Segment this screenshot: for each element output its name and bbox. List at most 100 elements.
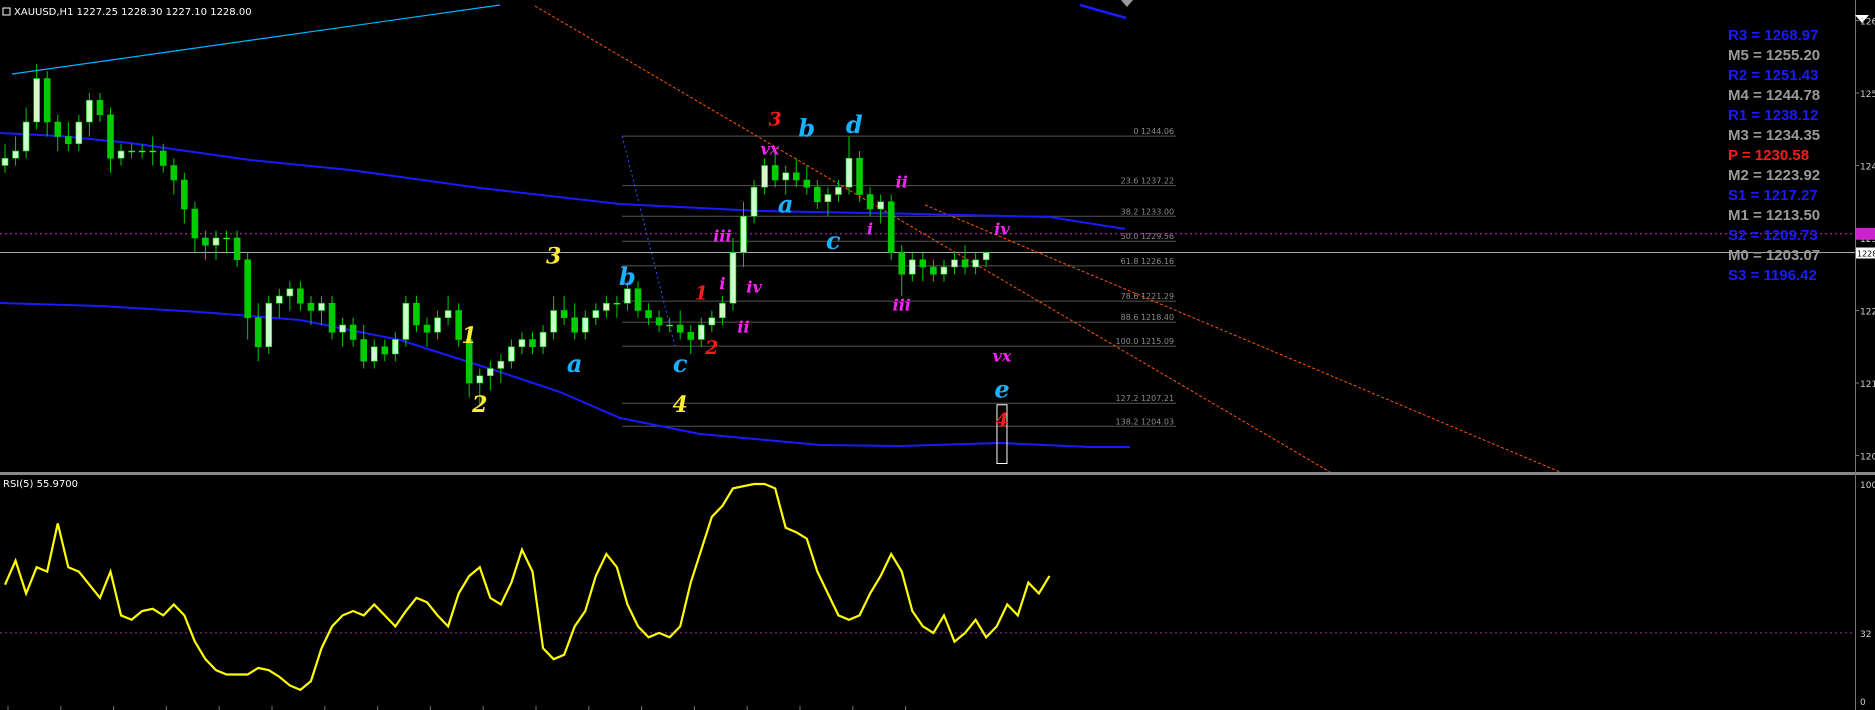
pivot-level-label: S2 = 1209.73: [1728, 227, 1818, 244]
price-axis-label: 124: [1860, 163, 1875, 173]
candle-body: [65, 136, 72, 145]
candle-body: [12, 150, 19, 159]
candle-body: [149, 150, 156, 153]
fib-level-label: 78.6 1221.29: [1121, 292, 1174, 301]
chart-background: [0, 0, 1875, 710]
pivot-level-label: M0 = 1203.07: [1728, 247, 1820, 264]
symbol-info-label: XAUUSD,H1 1227.25 1228.30 1227.10 1228.0…: [14, 7, 252, 18]
wave-label: vx: [993, 346, 1012, 365]
candle-body: [676, 324, 684, 333]
candle-body: [444, 310, 452, 319]
pivot-level-label: M5 = 1255.20: [1728, 47, 1820, 64]
candle-body: [392, 339, 399, 355]
pivot-level-label: P = 1230.58: [1728, 147, 1809, 164]
candle-body: [719, 302, 726, 319]
fib-level-label: 61.8 1226.16: [1121, 257, 1174, 266]
candle-body: [592, 310, 600, 319]
price-axis-label: 120: [1860, 453, 1875, 463]
candle-body: [307, 302, 315, 311]
candle-body: [603, 302, 610, 311]
candle-body: [254, 317, 262, 348]
candle-body: [402, 302, 410, 340]
fib-level-label: 127.2 1207.21: [1116, 394, 1175, 403]
candle-body: [159, 150, 167, 166]
rsi-axis-label: 32: [1860, 630, 1871, 640]
candle-body: [191, 208, 199, 239]
candle-body: [761, 165, 768, 188]
rsi-label: RSI(5) 55.9700: [3, 479, 78, 490]
wave-label: iii: [893, 296, 911, 315]
candle-body: [782, 172, 790, 181]
candle-body: [655, 317, 663, 326]
candle-body: [529, 339, 536, 348]
candle-body: [814, 186, 821, 203]
candle-body: [1, 157, 9, 166]
wave-label: iii: [713, 227, 731, 246]
candle-body: [919, 259, 927, 268]
pivot-level-label: S3 = 1196.42: [1728, 267, 1817, 284]
wave-label: 4: [673, 392, 688, 418]
pivot-axis-tag: [1856, 227, 1875, 240]
fib-level-label: 38.2 1233.00: [1121, 207, 1174, 216]
candle-body: [212, 237, 220, 246]
candle-body: [181, 179, 188, 210]
bid-axis-label: 1228: [1857, 250, 1875, 259]
candle-body: [961, 259, 969, 268]
fib-level-label: 0 1244.06: [1133, 127, 1174, 136]
wave-label: i: [719, 274, 725, 293]
candle-body: [518, 339, 526, 348]
wave-label: e: [994, 375, 1009, 404]
rsi-axis-label: 100: [1860, 481, 1875, 491]
candle-body: [708, 317, 716, 326]
wave-label: b: [798, 114, 815, 143]
candle-body: [613, 302, 621, 305]
candle-body: [803, 179, 811, 188]
wave-label: vx: [760, 140, 779, 159]
candle-body: [54, 121, 62, 137]
fib-level-label: 138.2 1204.03: [1116, 417, 1175, 426]
candle-body: [434, 317, 441, 333]
candle-body: [645, 310, 652, 319]
candle-body: [539, 331, 547, 348]
candle-body: [930, 266, 937, 275]
price-axis-label: 121: [1860, 380, 1875, 390]
candle-body: [560, 310, 568, 319]
candle-body: [792, 172, 800, 181]
wave-label: 2: [704, 337, 718, 359]
candle-body: [423, 324, 431, 333]
price-axis-label: 125: [1860, 90, 1875, 100]
pivot-level-label: M4 = 1244.78: [1728, 87, 1820, 104]
candle-body: [550, 310, 557, 333]
mt4-chart-window[interactable]: 0 1244.0623.6 1237.2238.2 1233.0050.0 12…: [0, 0, 1875, 710]
candle-body: [107, 114, 114, 159]
candle-body: [33, 78, 40, 123]
candle-body: [729, 252, 737, 304]
rsi-axis-label: 0: [1860, 698, 1866, 708]
candle-body: [856, 157, 863, 195]
candle-body: [571, 317, 579, 333]
candle-body: [286, 288, 294, 297]
candle-body: [223, 237, 230, 240]
candle-body: [951, 259, 958, 268]
pivot-level-label: S1 = 1217.27: [1728, 187, 1818, 204]
candle-body: [233, 237, 241, 261]
candle-body: [244, 259, 251, 319]
candle-body: [265, 302, 273, 348]
candle-body: [687, 331, 695, 340]
candle-body: [634, 288, 642, 311]
candle-body: [318, 302, 325, 311]
candle-body: [750, 186, 758, 217]
candle-body: [581, 317, 589, 333]
wave-label: b: [619, 262, 636, 291]
candle-body: [86, 99, 93, 123]
price-axis-label: 122: [1860, 308, 1875, 318]
wave-label: 1: [695, 283, 708, 305]
wave-label: 1: [462, 323, 477, 349]
candle-body: [508, 346, 515, 362]
wave-label: iv: [746, 277, 762, 296]
fib-level-label: 88.6 1218.40: [1121, 313, 1174, 322]
candle-body: [360, 339, 368, 362]
wave-label: 4: [995, 410, 1008, 432]
pivot-level-label: R3 = 1268.97: [1728, 27, 1819, 44]
candle-body: [275, 295, 283, 304]
